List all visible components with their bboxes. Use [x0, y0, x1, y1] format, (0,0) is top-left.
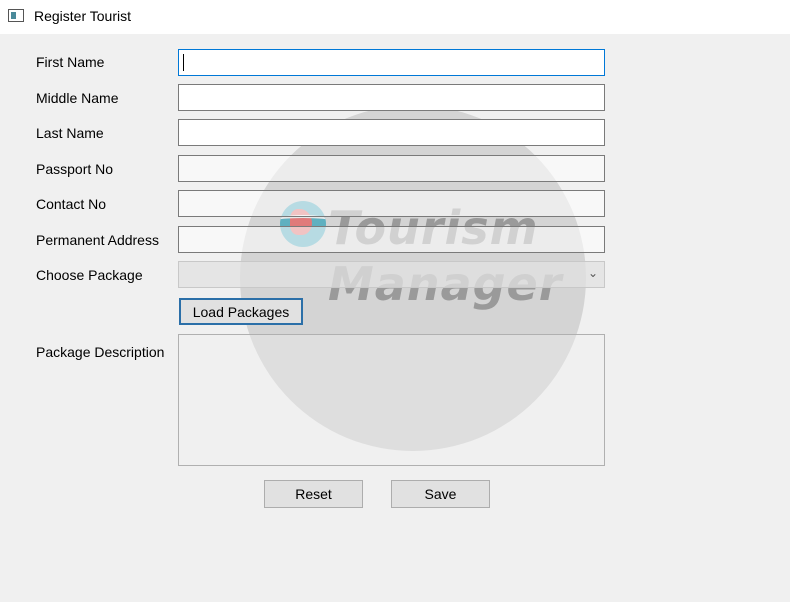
first-name-label: First Name [36, 54, 105, 70]
chevron-down-icon[interactable]: ⌄ [588, 266, 598, 280]
package-select[interactable]: ⌄ [178, 261, 605, 288]
last-name-label: Last Name [36, 125, 104, 141]
address-label: Permanent Address [36, 232, 159, 248]
title-bar: Register Tourist [0, 0, 790, 34]
first-name-field[interactable] [178, 49, 605, 76]
package-description-area[interactable] [178, 334, 605, 466]
middle-name-label: Middle Name [36, 90, 119, 106]
load-packages-button[interactable]: Load Packages [179, 298, 303, 325]
passport-label: Passport No [36, 161, 114, 177]
window-title: Register Tourist [34, 8, 132, 24]
text-caret [183, 54, 184, 71]
passport-field[interactable] [178, 155, 605, 182]
reset-button[interactable]: Reset [264, 480, 363, 508]
description-label: Package Description [36, 344, 165, 360]
last-name-field[interactable] [178, 119, 605, 146]
save-button[interactable]: Save [391, 480, 490, 508]
package-label: Choose Package [36, 267, 143, 283]
contact-field[interactable] [178, 190, 605, 217]
address-field[interactable] [178, 226, 605, 253]
contact-label: Contact No [36, 196, 107, 212]
window-app-icon [8, 9, 24, 22]
middle-name-field[interactable] [178, 84, 605, 111]
